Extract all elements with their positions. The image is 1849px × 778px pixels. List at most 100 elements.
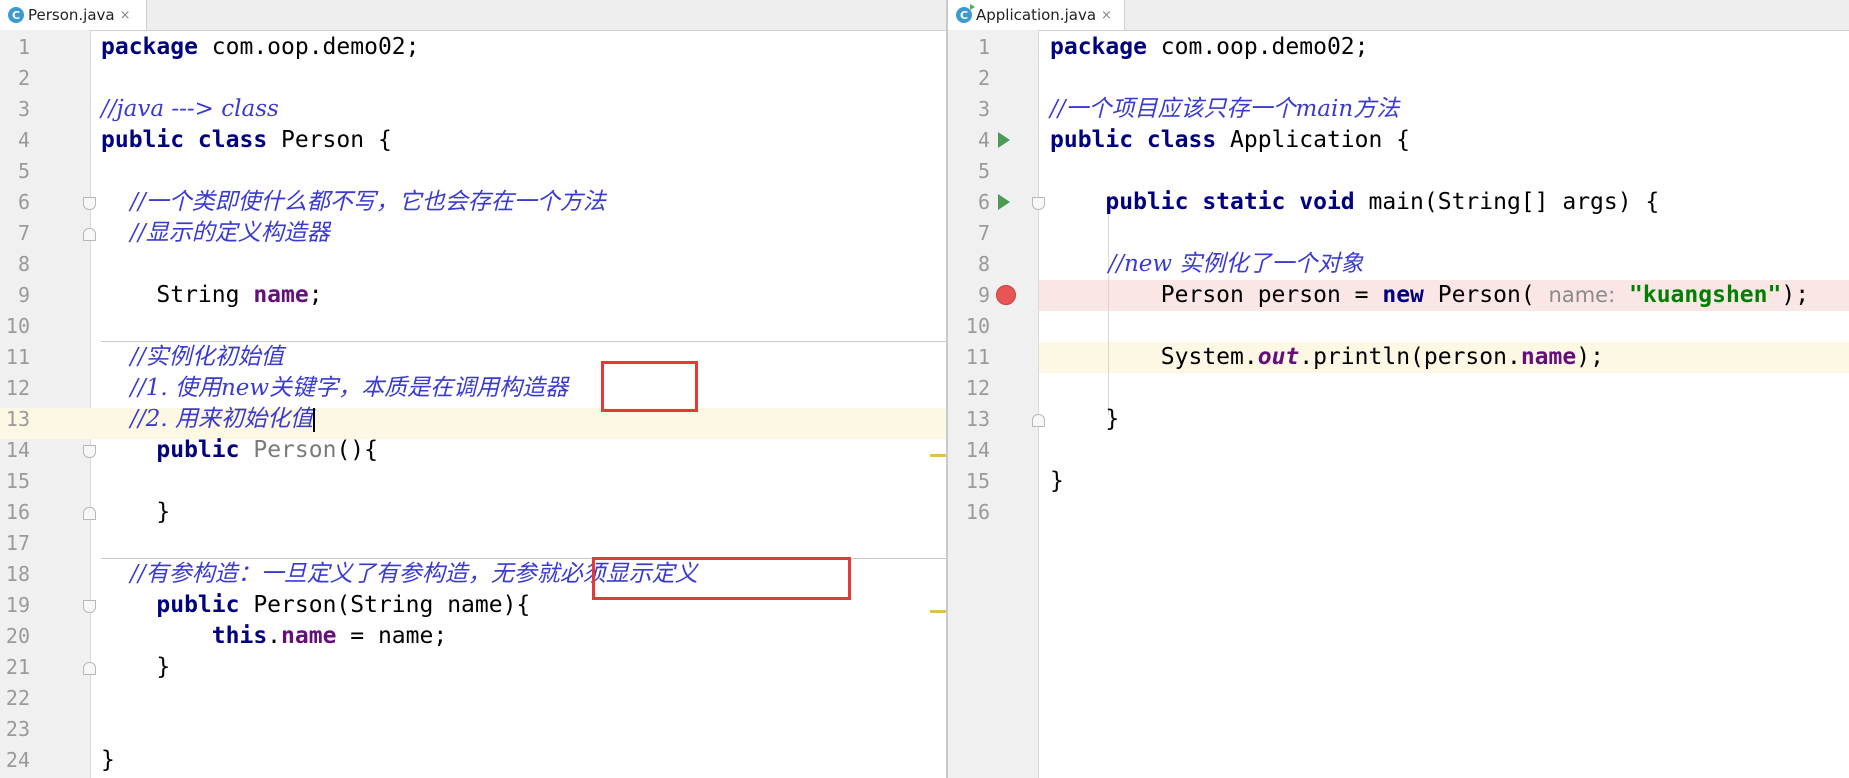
- code-text[interactable]: }: [1050, 466, 1064, 497]
- comment-text[interactable]: //java ---> class: [101, 94, 279, 125]
- code-line[interactable]: 5: [0, 156, 946, 187]
- fold-close-icon[interactable]: [1032, 414, 1045, 427]
- code-line[interactable]: 2: [948, 63, 1849, 94]
- run-icon[interactable]: [998, 132, 1010, 148]
- code-line[interactable]: 10: [0, 311, 946, 342]
- line-number: 10: [965, 314, 990, 338]
- code-line[interactable]: 6 public static void main(String[] args)…: [948, 187, 1849, 218]
- code-line[interactable]: 9 String name;: [0, 280, 946, 311]
- comment-text[interactable]: //一个项目应该只存一个main方法: [1050, 94, 1399, 125]
- code-text[interactable]: }: [101, 652, 170, 683]
- code-text[interactable]: Person person = new Person( name: "kuang…: [1050, 280, 1809, 311]
- code-text[interactable]: public class Person {: [101, 125, 392, 156]
- code-line[interactable]: 2: [0, 63, 946, 94]
- code-line[interactable]: 4 public class Person {: [0, 125, 946, 156]
- comment-text[interactable]: //1. 使用new关键字，本质是在调用构造器: [101, 373, 568, 404]
- code-text[interactable]: public Person(String name){: [101, 590, 530, 621]
- editor-tab-bar: C Person.java ×: [0, 0, 946, 31]
- code-text[interactable]: package com.oop.demo02;: [101, 32, 420, 63]
- code-line[interactable]: 7 //显示的定义构造器: [0, 218, 946, 249]
- code-line[interactable]: 8: [0, 249, 946, 280]
- line-number: 1: [977, 35, 990, 59]
- code-line[interactable]: 13 //2. 用来初始化值: [0, 404, 946, 435]
- line-number: 10: [5, 314, 30, 338]
- editor-pane-application: C Application.java × 1 package com.oop.de…: [948, 0, 1849, 778]
- fold-open-icon[interactable]: [1032, 197, 1045, 210]
- code-text[interactable]: }: [101, 745, 115, 776]
- fold-close-icon[interactable]: [83, 662, 96, 675]
- code-line[interactable]: 16 }: [0, 497, 946, 528]
- close-icon[interactable]: ×: [1101, 8, 1112, 23]
- code-line[interactable]: 7: [948, 218, 1849, 249]
- line-number: 13: [965, 407, 990, 431]
- line-number: 12: [5, 376, 30, 400]
- code-text[interactable]: public Person(){: [101, 435, 378, 466]
- code-text[interactable]: public class Application {: [1050, 125, 1410, 156]
- code-line[interactable]: 8 //new 实例化了一个对象: [948, 249, 1849, 280]
- code-line[interactable]: 22: [0, 683, 946, 714]
- code-line[interactable]: 20 this.name = name;: [0, 621, 946, 652]
- line-number: 15: [965, 469, 990, 493]
- code-text[interactable]: package com.oop.demo02;: [1050, 32, 1369, 63]
- code-text[interactable]: public static void main(String[] args) {: [1050, 187, 1659, 218]
- warning-marker[interactable]: [930, 610, 946, 613]
- run-icon[interactable]: [998, 194, 1010, 210]
- code-line[interactable]: 3 //java ---> class: [0, 94, 946, 125]
- code-line[interactable]: 24}: [0, 745, 946, 776]
- code-line[interactable]: 9 Person person = new Person( name: "kua…: [948, 280, 1849, 311]
- tab-label: Application.java: [976, 6, 1097, 24]
- code-line[interactable]: 16: [948, 497, 1849, 528]
- fold-close-icon[interactable]: [83, 507, 96, 520]
- comment-text[interactable]: //一个类即使什么都不写，它也会存在一个方法: [101, 187, 606, 218]
- line-number: 5: [977, 159, 990, 183]
- line-number: 15: [5, 469, 30, 493]
- line-number: 3: [17, 97, 30, 121]
- code-line[interactable]: 1 package com.oop.demo02;: [948, 32, 1849, 63]
- code-line[interactable]: 4 public class Application {: [948, 125, 1849, 156]
- warning-marker[interactable]: [930, 454, 946, 457]
- code-line[interactable]: 5: [948, 156, 1849, 187]
- code-line[interactable]: 6 //一个类即使什么都不写，它也会存在一个方法: [0, 187, 946, 218]
- comment-text[interactable]: //实例化初始值: [101, 342, 284, 373]
- line-number: 13: [5, 407, 30, 431]
- code-line[interactable]: 23: [0, 714, 946, 745]
- line-number: 14: [5, 438, 30, 462]
- code-line[interactable]: 15: [0, 466, 946, 497]
- line-number: 18: [5, 562, 30, 586]
- code-line[interactable]: 11 System.out.println(person.name);: [948, 342, 1849, 373]
- code-line[interactable]: 13 }: [948, 404, 1849, 435]
- code-line[interactable]: 14 public Person(){: [0, 435, 946, 466]
- code-text[interactable]: }: [101, 497, 170, 528]
- code-line[interactable]: 14: [948, 435, 1849, 466]
- fold-close-icon[interactable]: [83, 228, 96, 241]
- close-icon[interactable]: ×: [120, 8, 131, 23]
- code-line[interactable]: 1 package com.oop.demo02;: [0, 32, 946, 63]
- code-line[interactable]: 12: [948, 373, 1849, 404]
- code-line[interactable]: 15}: [948, 466, 1849, 497]
- code-text[interactable]: this.name = name;: [101, 621, 447, 652]
- line-number: 8: [977, 252, 990, 276]
- text-caret: [313, 408, 315, 432]
- code-text[interactable]: String name;: [101, 280, 322, 311]
- code-line[interactable]: 12 //1. 使用new关键字，本质是在调用构造器: [0, 373, 946, 404]
- code-line[interactable]: 21 }: [0, 652, 946, 683]
- code-line[interactable]: 3 //一个项目应该只存一个main方法: [948, 94, 1849, 125]
- line-number: 6: [17, 190, 30, 214]
- fold-open-icon[interactable]: [83, 600, 96, 613]
- fold-open-icon[interactable]: [83, 197, 96, 210]
- tab-application-java[interactable]: C Application.java ×: [948, 0, 1125, 30]
- comment-text[interactable]: //new 实例化了一个对象: [1050, 249, 1363, 280]
- code-text[interactable]: }: [1050, 404, 1119, 435]
- code-line[interactable]: 10: [948, 311, 1849, 342]
- line-number: 1: [17, 35, 30, 59]
- code-line[interactable]: 17: [0, 528, 946, 559]
- line-number: 7: [17, 221, 30, 245]
- breakpoint-icon[interactable]: [996, 285, 1016, 305]
- comment-text[interactable]: //显示的定义构造器: [101, 218, 330, 249]
- tab-person-java[interactable]: C Person.java ×: [0, 0, 147, 30]
- line-number: 5: [17, 159, 30, 183]
- fold-open-icon[interactable]: [83, 445, 96, 458]
- comment-text[interactable]: //2. 用来初始化值: [101, 404, 315, 435]
- code-line[interactable]: 11 //实例化初始值: [0, 342, 946, 373]
- code-text[interactable]: System.out.println(person.name);: [1050, 342, 1604, 373]
